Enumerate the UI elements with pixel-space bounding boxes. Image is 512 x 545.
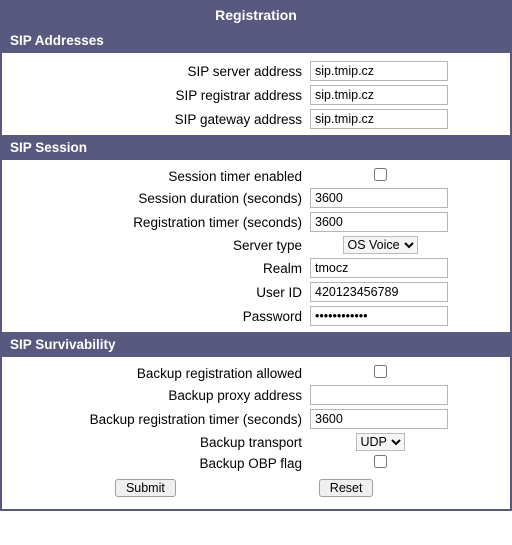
reset-button[interactable]: Reset <box>319 479 374 497</box>
server-type-select[interactable]: OS Voice <box>343 236 418 254</box>
realm-label: Realm <box>2 261 310 276</box>
backup-allowed-checkbox[interactable] <box>374 365 387 378</box>
backup-obp-label: Backup OBP flag <box>2 456 310 471</box>
session-timer-enabled-checkbox[interactable] <box>374 168 387 181</box>
user-id-label: User ID <box>2 285 310 300</box>
backup-transport-label: Backup transport <box>2 435 310 450</box>
button-row: Submit Reset <box>2 473 510 505</box>
section-header-survivability: SIP Survivability <box>2 332 510 357</box>
realm-input[interactable] <box>310 258 448 278</box>
user-id-input[interactable] <box>310 282 448 302</box>
session-timer-enabled-label: Session timer enabled <box>2 169 310 184</box>
password-input[interactable] <box>310 306 448 326</box>
sip-server-label: SIP server address <box>2 64 310 79</box>
backup-proxy-label: Backup proxy address <box>2 388 310 403</box>
registration-panel: Registration SIP Addresses SIP server ad… <box>0 0 512 511</box>
backup-obp-checkbox[interactable] <box>374 455 387 468</box>
session-duration-input[interactable] <box>310 188 448 208</box>
session-duration-label: Session duration (seconds) <box>2 191 310 206</box>
sip-gateway-label: SIP gateway address <box>2 112 310 127</box>
registration-timer-input[interactable] <box>310 212 448 232</box>
password-label: Password <box>2 309 310 324</box>
backup-timer-input[interactable] <box>310 409 448 429</box>
backup-proxy-input[interactable] <box>310 385 448 405</box>
sip-registrar-label: SIP registrar address <box>2 88 310 103</box>
sip-server-input[interactable] <box>310 61 448 81</box>
backup-transport-select[interactable]: UDP <box>356 433 405 451</box>
page-title: Registration <box>2 2 510 28</box>
server-type-label: Server type <box>2 238 310 253</box>
section-body-addresses: SIP server address SIP registrar address… <box>2 53 510 135</box>
backup-timer-label: Backup registration timer (seconds) <box>2 412 310 427</box>
section-body-survivability: Backup registration allowed Backup proxy… <box>2 357 510 509</box>
registration-timer-label: Registration timer (seconds) <box>2 215 310 230</box>
sip-registrar-input[interactable] <box>310 85 448 105</box>
section-body-session: Session timer enabled Session duration (… <box>2 160 510 332</box>
submit-button[interactable]: Submit <box>115 479 176 497</box>
section-header-addresses: SIP Addresses <box>2 28 510 53</box>
section-header-session: SIP Session <box>2 135 510 160</box>
sip-gateway-input[interactable] <box>310 109 448 129</box>
backup-allowed-label: Backup registration allowed <box>2 366 310 381</box>
